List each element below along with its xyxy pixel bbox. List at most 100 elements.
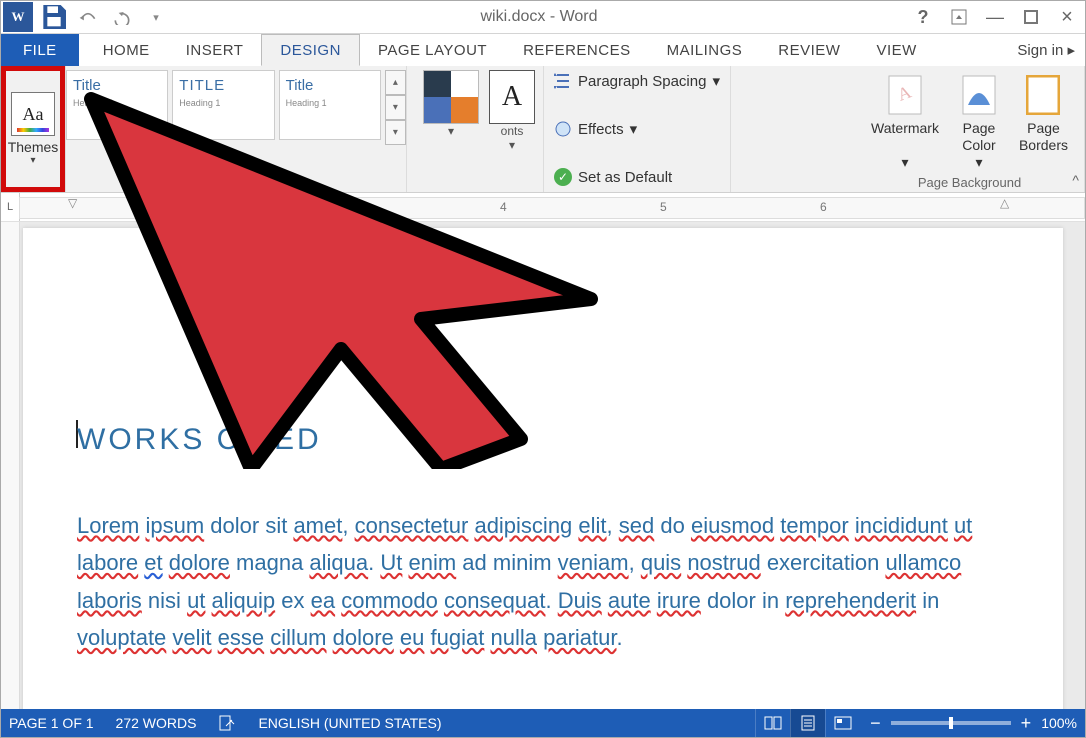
ribbon: Aa Themes ▾ Title Heading 1 TITLE Headin… (1, 66, 1085, 193)
tab-design[interactable]: DESIGN (261, 34, 360, 66)
gallery-expand[interactable]: ▾ (385, 120, 406, 145)
tab-review[interactable]: REVIEW (760, 34, 858, 66)
group-label-page-background: Page Background (863, 175, 1076, 192)
tab-insert[interactable]: INSERT (168, 34, 262, 66)
ruler-number: 3 (340, 200, 347, 214)
colors-drop[interactable]: ▾ (423, 124, 479, 138)
group-page-background: A Watermark▾ Page Color ▾ Page Borders P… (855, 66, 1085, 192)
zoom-level[interactable]: 100% (1041, 715, 1077, 731)
page-color-icon (959, 74, 999, 116)
qat-customize-button[interactable]: ▾ (139, 1, 173, 33)
themes-icon-text: Aa (23, 104, 44, 125)
gallery-scrollbar: ▴ ▾ ▾ (385, 70, 406, 145)
web-layout-button[interactable] (825, 709, 860, 737)
tab-references[interactable]: REFERENCES (505, 34, 649, 66)
right-indent-marker-icon[interactable]: △ (1000, 196, 1009, 210)
sign-in-link[interactable]: Sign in ▸ (1007, 34, 1085, 66)
style-set-item[interactable]: Title Heading 1 (279, 70, 381, 140)
page-borders-label: Page Borders (1019, 120, 1068, 154)
paragraph-spacing-button[interactable]: Paragraph Spacing ▾ (554, 72, 720, 90)
status-bar: PAGE 1 OF 1 272 WORDS ENGLISH (UNITED ST… (1, 709, 1085, 737)
page-color-button[interactable]: Page Color ▾ (951, 70, 1007, 175)
zoom-in-button[interactable]: + (1021, 713, 1032, 734)
title-bar: W ▾ wiki.docx - Word ? — × (1, 1, 1085, 34)
ruler-number: 6 (820, 200, 827, 214)
ruler-number: 5 (660, 200, 667, 214)
read-mode-button[interactable] (755, 709, 790, 737)
set-as-default-label: Set as Default (578, 169, 672, 186)
style-sub: Heading 1 (179, 98, 267, 108)
ribbon-tabs: FILE HOME INSERT DESIGN PAGE LAYOUT REFE… (1, 34, 1085, 66)
effects-label: Effects (578, 121, 624, 138)
page-borders-icon (1023, 74, 1063, 116)
style-set-item[interactable]: Title Heading 1 (66, 70, 168, 140)
body-paragraph[interactable]: Lorem ipsum dolor sit amet, consectetur … (77, 507, 1003, 657)
group-themes: Aa Themes ▾ (1, 66, 66, 192)
undo-button[interactable] (71, 1, 105, 33)
document-content[interactable]: WORKS CITED Lorem ipsum dolor sit amet, … (77, 414, 1003, 679)
window-title: wiki.docx - Word (173, 8, 905, 26)
page[interactable]: WORKS CITED Lorem ipsum dolor sit amet, … (23, 228, 1063, 722)
tab-selector[interactable]: L (1, 193, 20, 221)
heading-works-cited[interactable]: WORKS CITED (77, 414, 1003, 465)
tab-home[interactable]: HOME (85, 34, 168, 66)
ribbon-display-button[interactable] (941, 1, 977, 33)
print-layout-button[interactable] (790, 709, 825, 737)
sign-in-label: Sign in (1017, 42, 1063, 59)
proofing-icon (218, 714, 236, 732)
style-title: TITLE (179, 77, 267, 94)
window-controls: ? — × (905, 1, 1085, 33)
horizontal-ruler[interactable]: L ▽ 3 4 5 6 △ (1, 193, 1085, 222)
help-button[interactable]: ? (905, 1, 941, 33)
status-language[interactable]: ENGLISH (UNITED STATES) (258, 715, 441, 731)
maximize-button[interactable] (1013, 1, 1049, 33)
group-spacing-effects: Paragraph Spacing ▾ Effects ▾ ✓ Set as D… (543, 66, 731, 192)
save-button[interactable] (37, 1, 71, 33)
status-words[interactable]: 272 WORDS (116, 715, 197, 731)
document-area: WORKS CITED Lorem ipsum dolor sit amet, … (1, 222, 1085, 722)
zoom-controls: − + 100% (870, 713, 1077, 734)
effects-button[interactable]: Effects ▾ (554, 120, 720, 138)
tab-view[interactable]: VIEW (858, 34, 934, 66)
indent-marker-icon[interactable]: ▽ (68, 196, 77, 210)
zoom-slider[interactable] (891, 721, 1011, 725)
page-borders-button[interactable]: Page Borders (1011, 70, 1076, 175)
paragraph-spacing-icon (554, 72, 572, 90)
style-sub: Heading 1 (73, 98, 161, 108)
close-button[interactable]: × (1049, 1, 1085, 33)
themes-button[interactable]: Aa Themes ▾ (1, 66, 65, 192)
watermark-button[interactable]: A Watermark▾ (863, 70, 947, 175)
check-icon: ✓ (554, 168, 572, 186)
themes-icon: Aa (11, 92, 55, 136)
style-sub: Heading 1 (286, 98, 374, 108)
collapse-ribbon-button[interactable]: ^ (1072, 172, 1079, 188)
gallery-scroll-down[interactable]: ▾ (385, 95, 406, 120)
group-colors-fonts: ▾ A onts▾ (407, 66, 543, 192)
word-logo-icon: W (3, 2, 33, 32)
colors-button[interactable] (423, 70, 479, 124)
fonts-icon-text: A (502, 81, 522, 113)
status-proofing[interactable] (218, 714, 236, 732)
zoom-out-button[interactable]: − (870, 713, 881, 734)
view-buttons (755, 709, 860, 737)
status-page[interactable]: PAGE 1 OF 1 (9, 715, 94, 731)
ruler-number: 4 (500, 200, 507, 214)
redo-button[interactable] (105, 1, 139, 33)
themes-label: Themes (8, 140, 59, 155)
watermark-label: Watermark (871, 120, 939, 137)
tab-pagelayout[interactable]: PAGE LAYOUT (360, 34, 505, 66)
minimize-button[interactable]: — (977, 1, 1013, 33)
set-as-default-button[interactable]: ✓ Set as Default (554, 168, 720, 186)
fonts-button[interactable]: A (489, 70, 535, 124)
group-document-formatting: Title Heading 1 TITLE Heading 1 Title He… (66, 66, 407, 192)
vertical-ruler[interactable] (1, 222, 20, 722)
style-set-item[interactable]: TITLE Heading 1 (172, 70, 274, 140)
tab-mailings[interactable]: MAILINGS (649, 34, 761, 66)
style-title: Title (73, 77, 161, 94)
fonts-label[interactable]: onts▾ (489, 124, 535, 152)
page-color-label: Page Color (962, 120, 995, 154)
quick-access-toolbar: W ▾ (1, 1, 173, 33)
style-title: Title (286, 77, 374, 94)
gallery-scroll-up[interactable]: ▴ (385, 70, 406, 95)
tab-file[interactable]: FILE (1, 34, 79, 66)
